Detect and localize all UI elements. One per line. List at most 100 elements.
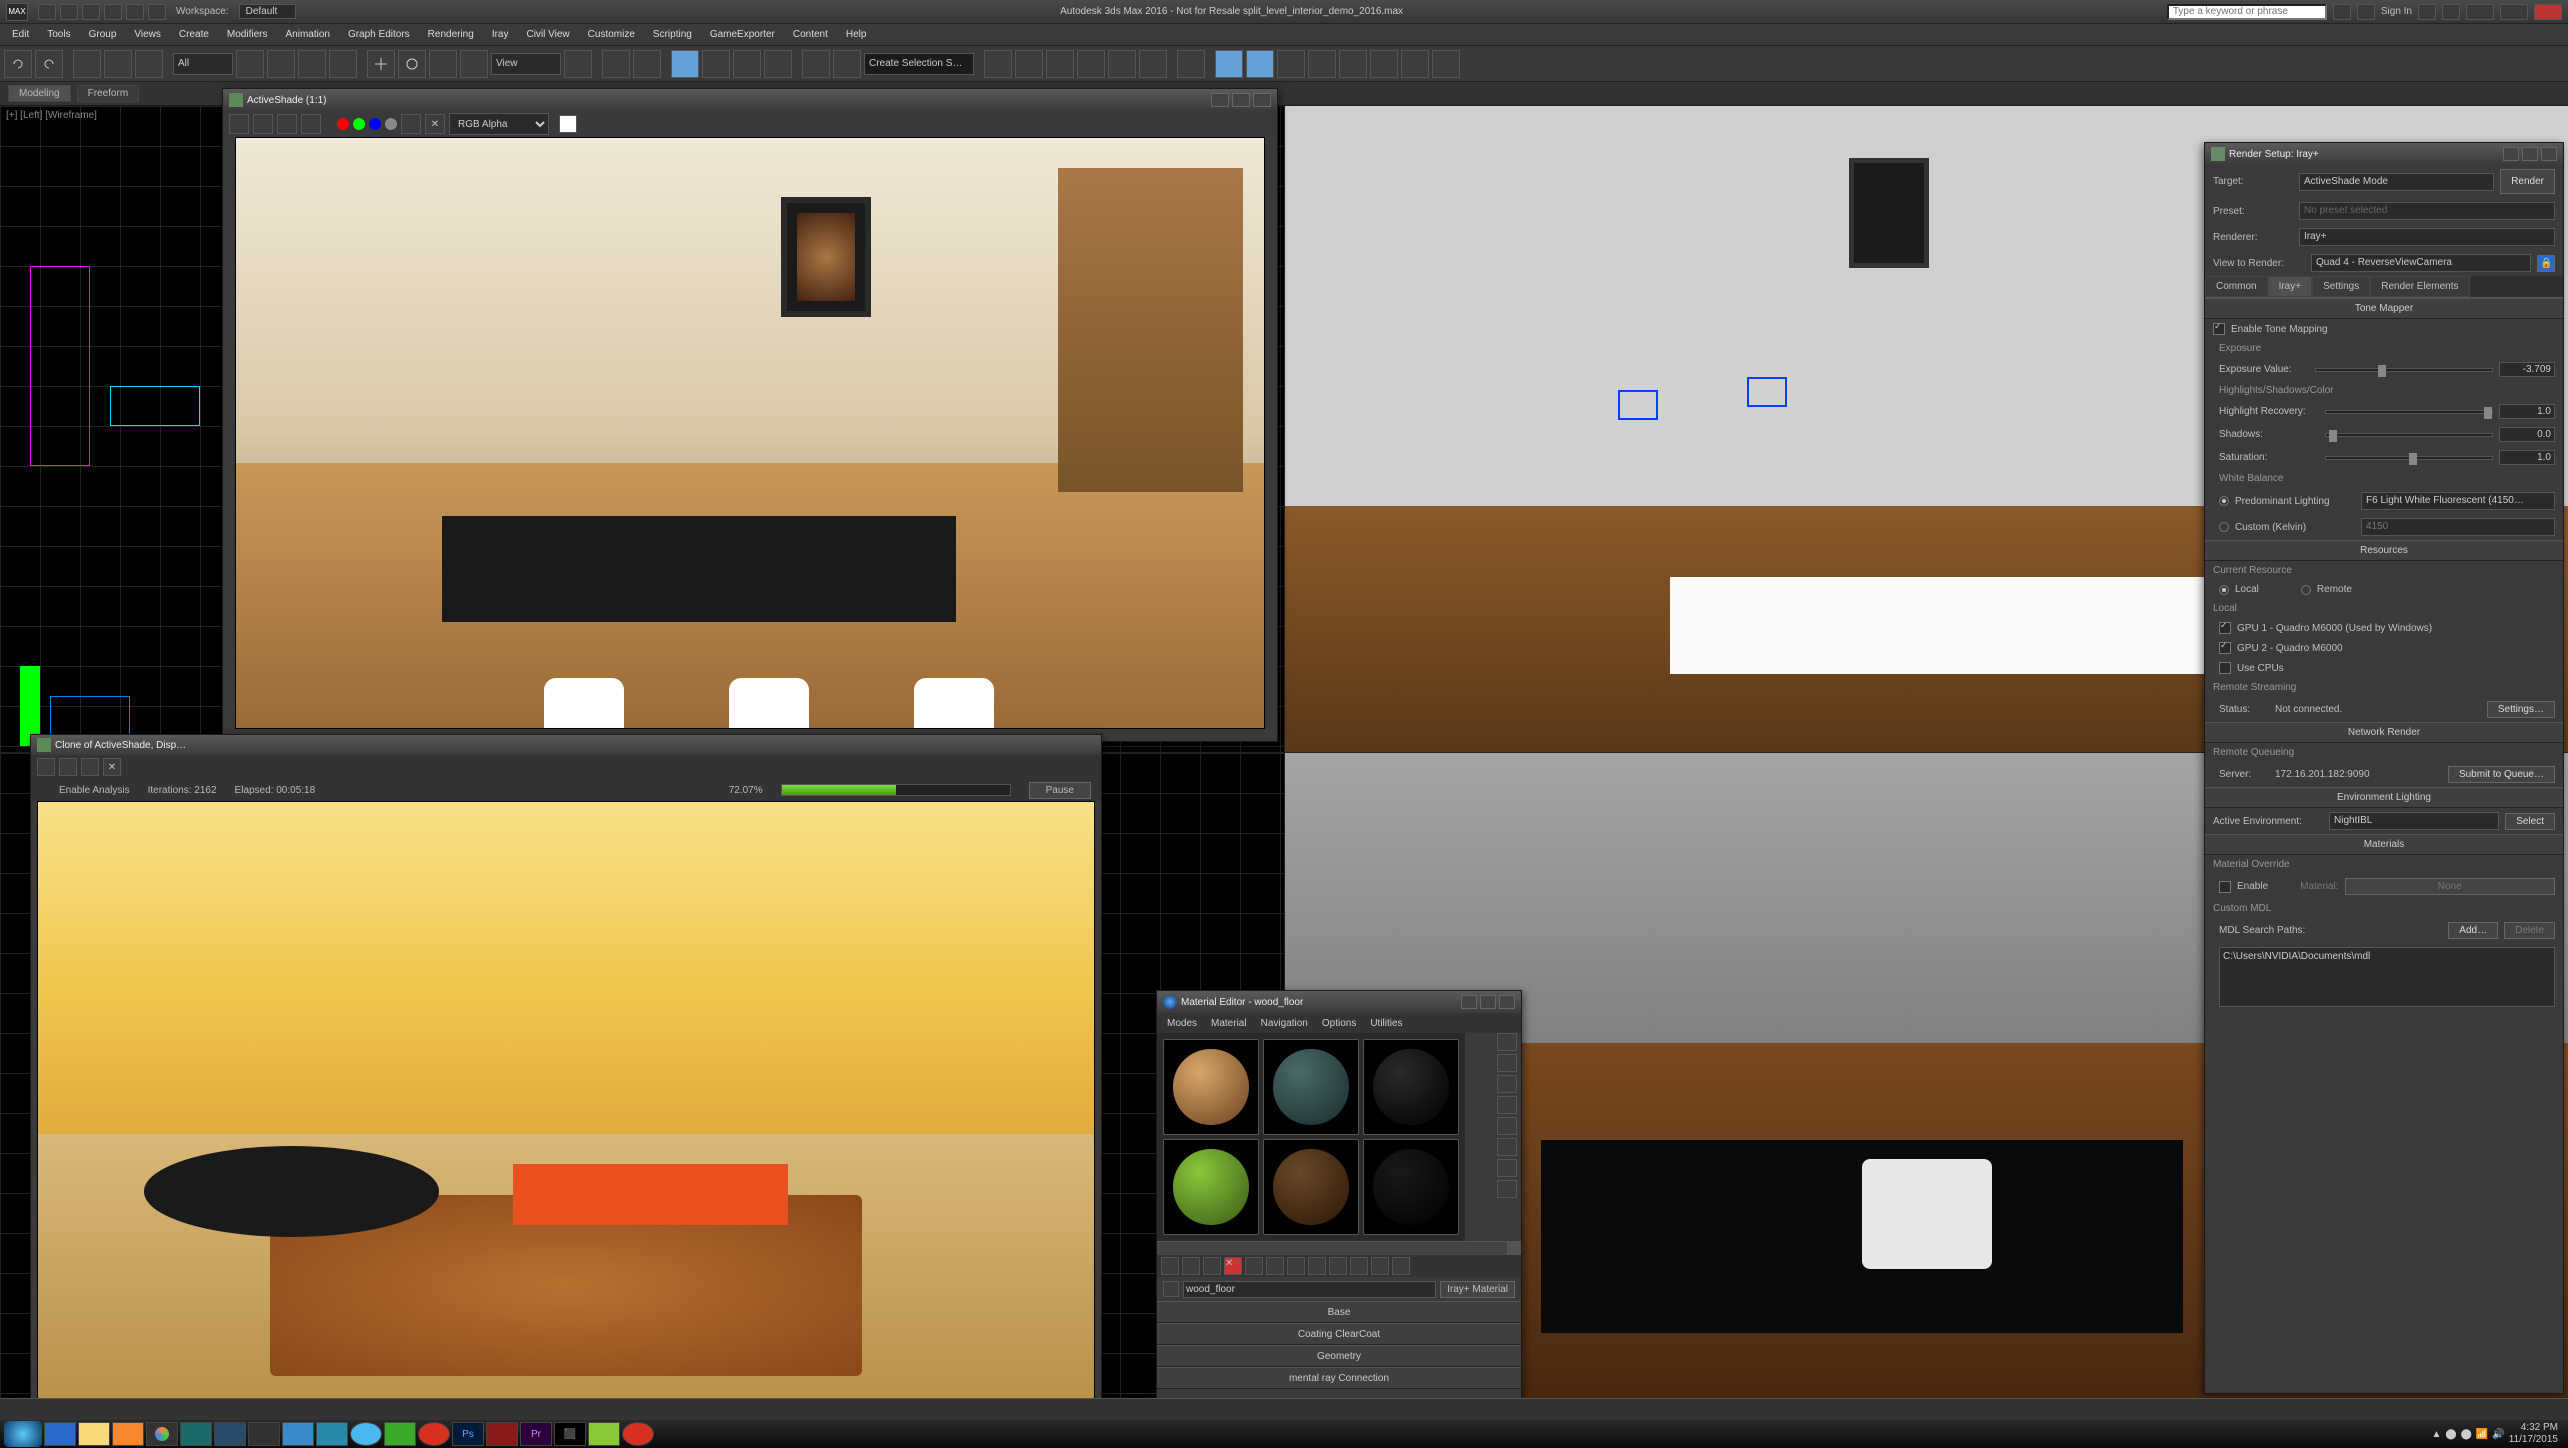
- app-logo-icon[interactable]: MAX: [6, 3, 28, 21]
- menu-iray[interactable]: Iray: [484, 27, 517, 42]
- menu-grapheditors[interactable]: Graph Editors: [340, 27, 418, 42]
- menu-create[interactable]: Create: [171, 27, 217, 42]
- render-production-icon[interactable]: [1277, 50, 1305, 78]
- undo-icon[interactable]: [4, 50, 32, 78]
- rs-tab-settings[interactable]: Settings: [2312, 276, 2370, 297]
- lock-view-icon[interactable]: 🔒: [2537, 255, 2555, 272]
- link-icon[interactable]: [73, 50, 101, 78]
- highlight-value[interactable]: 1.0: [2499, 404, 2555, 419]
- usecpu-checkbox[interactable]: [2219, 662, 2231, 674]
- me-put-icon[interactable]: [1182, 1257, 1200, 1275]
- window-crossing-icon[interactable]: [329, 50, 357, 78]
- rotate-icon[interactable]: [398, 50, 426, 78]
- mdl-paths-textarea[interactable]: C:\Users\NVIDIA\Documents\mdl: [2219, 947, 2555, 1007]
- mdl-add-button[interactable]: Add…: [2448, 922, 2498, 939]
- cw-copy-icon[interactable]: [59, 758, 77, 776]
- render-setup-icon[interactable]: [1215, 50, 1243, 78]
- angle-snap-icon[interactable]: [702, 50, 730, 78]
- me-go-sibling-icon[interactable]: [1392, 1257, 1410, 1275]
- tray-network-icon[interactable]: 📶: [2476, 1429, 2488, 1440]
- schematic-view-icon[interactable]: [1139, 50, 1167, 78]
- menu-group[interactable]: Group: [81, 27, 125, 42]
- me-video-icon[interactable]: [1497, 1117, 1517, 1135]
- wb-custom-radio[interactable]: [2219, 522, 2229, 532]
- named-selection-icon[interactable]: [802, 50, 830, 78]
- gpu1-checkbox[interactable]: [2219, 622, 2231, 634]
- me-show-end-icon[interactable]: [1350, 1257, 1368, 1275]
- me-maximize-button[interactable]: [1480, 995, 1496, 1009]
- start-button[interactable]: [4, 1421, 42, 1447]
- tb-app5-icon[interactable]: [384, 1422, 416, 1446]
- tb-skype-icon[interactable]: [350, 1422, 382, 1446]
- me-scroll-right-icon[interactable]: [1507, 1242, 1521, 1255]
- rs-tab-elements[interactable]: Render Elements: [2370, 276, 2469, 297]
- as-close-button[interactable]: [1253, 93, 1271, 107]
- mat-enable-checkbox[interactable]: [2219, 881, 2231, 893]
- wb-pred-radio[interactable]: [2219, 496, 2229, 506]
- refcoord-dropdown[interactable]: View: [491, 53, 561, 75]
- signin-link[interactable]: Sign In: [2381, 6, 2412, 17]
- qat-link-icon[interactable]: [148, 4, 166, 20]
- tb-app1-icon[interactable]: [214, 1422, 246, 1446]
- minimize-button[interactable]: [2466, 4, 2494, 20]
- active-env-dropdown[interactable]: NightIBL: [2329, 812, 2499, 830]
- cw-close-icon[interactable]: ✕: [103, 758, 121, 776]
- as-blue-dot-icon[interactable]: [369, 118, 381, 130]
- render-online-icon[interactable]: [1370, 50, 1398, 78]
- star-icon[interactable]: [2357, 4, 2375, 20]
- highlight-slider[interactable]: [2325, 410, 2493, 414]
- tb-app2-icon[interactable]: [248, 1422, 280, 1446]
- rs-close-button[interactable]: [2541, 147, 2557, 161]
- as-clear-icon[interactable]: ✕: [425, 114, 445, 134]
- me-select-icon[interactable]: [1497, 1159, 1517, 1177]
- preset-dropdown[interactable]: No preset selected: [2299, 202, 2555, 220]
- menu-help[interactable]: Help: [838, 27, 875, 42]
- local-radio[interactable]: [2219, 585, 2229, 595]
- selection-filter-dropdown[interactable]: All: [173, 53, 233, 75]
- unlink-icon[interactable]: [104, 50, 132, 78]
- me-show-map-icon[interactable]: [1329, 1257, 1347, 1275]
- me-assign-icon[interactable]: [1203, 1257, 1221, 1275]
- mat-slot-2[interactable]: [1263, 1039, 1359, 1135]
- mat-slot-6[interactable]: [1363, 1139, 1459, 1235]
- menu-gameexporter[interactable]: GameExporter: [702, 27, 783, 42]
- saturation-value[interactable]: 1.0: [2499, 450, 2555, 465]
- shadows-value[interactable]: 0.0: [2499, 427, 2555, 442]
- as-copy-icon[interactable]: [253, 114, 273, 134]
- ribbon-tab-modeling[interactable]: Modeling: [8, 85, 71, 102]
- gpu2-checkbox[interactable]: [2219, 642, 2231, 654]
- section-network[interactable]: Network Render: [2205, 722, 2563, 743]
- mdl-delete-button[interactable]: Delete: [2504, 922, 2555, 939]
- me-sample-type-icon[interactable]: [1497, 1033, 1517, 1051]
- saturation-slider[interactable]: [2325, 456, 2493, 460]
- me-menu-utilities[interactable]: Utilities: [1364, 1016, 1408, 1031]
- me-matid-icon[interactable]: [1497, 1180, 1517, 1198]
- clone-render-view[interactable]: [37, 801, 1095, 1407]
- help-search-input[interactable]: [2167, 4, 2327, 20]
- as-print-icon[interactable]: [301, 114, 321, 134]
- placement-icon[interactable]: [460, 50, 488, 78]
- tray-volume-icon[interactable]: 🔊: [2492, 1429, 2504, 1440]
- me-reset-icon[interactable]: ✕: [1224, 1257, 1242, 1275]
- workspace-dropdown[interactable]: Default: [239, 4, 297, 19]
- rollout-geometry[interactable]: Geometry: [1157, 1345, 1521, 1367]
- curve-editor-icon[interactable]: [1108, 50, 1136, 78]
- tb-ie-icon[interactable]: [44, 1422, 76, 1446]
- me-minimize-button[interactable]: [1461, 995, 1477, 1009]
- mat-none-button[interactable]: None: [2345, 878, 2556, 895]
- renderer-dropdown[interactable]: Iray+: [2299, 228, 2555, 246]
- as-alpha-dot-icon[interactable]: [385, 118, 397, 130]
- as-channel-dropdown[interactable]: RGB Alpha: [449, 113, 549, 135]
- activeshade-render-view[interactable]: [235, 137, 1265, 729]
- manipulate-icon[interactable]: [602, 50, 630, 78]
- material-name-input[interactable]: [1183, 1281, 1436, 1298]
- taskbar-clock[interactable]: 4:32 PM 11/17/2015: [2509, 1422, 2564, 1446]
- section-resources[interactable]: Resources: [2205, 540, 2563, 561]
- shadows-slider[interactable]: [2325, 433, 2493, 437]
- me-backlight-icon[interactable]: [1497, 1054, 1517, 1072]
- autodesk360-icon[interactable]: [1432, 50, 1460, 78]
- me-menu-modes[interactable]: Modes: [1161, 1016, 1203, 1031]
- tb-3dsmax-icon[interactable]: [180, 1422, 212, 1446]
- close-button[interactable]: [2534, 4, 2562, 20]
- as-save-icon[interactable]: [229, 114, 249, 134]
